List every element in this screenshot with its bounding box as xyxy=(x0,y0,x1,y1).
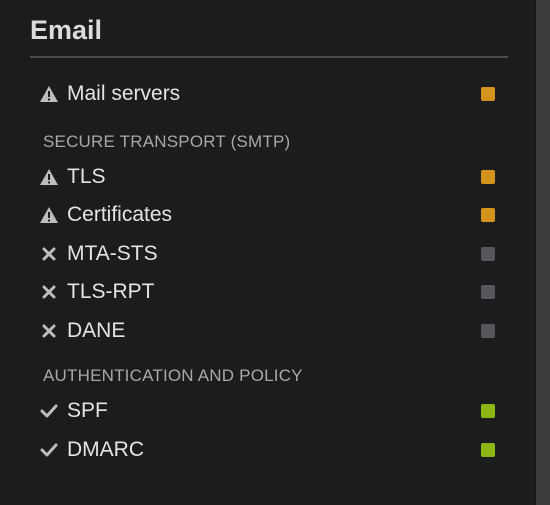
cross-icon xyxy=(39,244,59,264)
item-label: Certificates xyxy=(67,203,173,227)
list-item-mail-servers[interactable]: Mail servers xyxy=(30,75,508,114)
secure-transport-list: TLS Certificates MTA-STS TLS-RPT DANE xyxy=(30,158,508,351)
panel-title: Email xyxy=(30,14,508,58)
list-item-dane[interactable]: DANE xyxy=(30,312,508,351)
item-label: Mail servers xyxy=(67,82,181,106)
list-item-certificates[interactable]: Certificates xyxy=(30,196,508,235)
warning-icon xyxy=(39,205,59,225)
list-item-mta-sts[interactable]: MTA-STS xyxy=(30,235,508,274)
item-label: MTA-STS xyxy=(67,241,158,265)
item-label: DANE xyxy=(67,318,126,342)
item-label: TLS xyxy=(67,164,106,188)
item-label: DMARC xyxy=(67,437,144,461)
check-icon xyxy=(39,440,59,460)
status-indicator xyxy=(481,246,495,261)
section-heading-secure-transport: SECURE TRANSPORT (SMTP) xyxy=(43,131,291,151)
item-label: SPF xyxy=(67,399,108,423)
status-indicator xyxy=(481,323,495,338)
warning-icon xyxy=(39,84,59,104)
list-item-dmarc[interactable]: DMARC xyxy=(30,431,508,470)
list-item-spf[interactable]: SPF xyxy=(30,392,508,431)
authentication-list: SPF DMARC xyxy=(30,392,508,469)
cross-icon xyxy=(39,321,59,341)
warning-icon xyxy=(39,167,59,187)
section-heading-authentication: AUTHENTICATION AND POLICY xyxy=(43,366,303,385)
item-label: TLS-RPT xyxy=(67,280,155,304)
list-item-tls[interactable]: TLS xyxy=(30,158,508,197)
status-indicator xyxy=(481,285,495,300)
status-indicator xyxy=(481,442,495,457)
status-indicator xyxy=(481,169,495,184)
status-indicator xyxy=(481,404,495,419)
cross-icon xyxy=(39,282,59,302)
scrollbar[interactable] xyxy=(535,0,550,505)
top-list: Mail servers xyxy=(30,75,508,114)
status-indicator xyxy=(481,87,495,102)
email-panel: Email Mail servers SECURE TRANSPORT (SMT… xyxy=(30,14,508,469)
check-icon xyxy=(39,401,59,421)
list-item-tls-rpt[interactable]: TLS-RPT xyxy=(30,273,508,312)
status-indicator xyxy=(481,208,495,223)
